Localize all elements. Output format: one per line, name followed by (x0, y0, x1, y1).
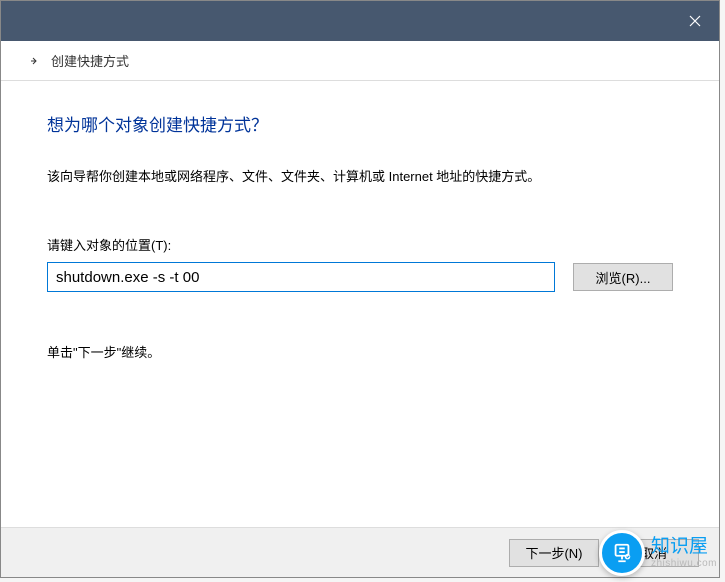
watermark-text: 知识屋 zhishiwu.com (651, 537, 717, 569)
path-field-label: 请键入对象的位置(T): (47, 235, 673, 254)
page-heading: 想为哪个对象创建快捷方式？ (47, 111, 673, 136)
watermark: 知识屋 zhishiwu.com (599, 530, 717, 576)
input-row: 浏览(R)... (47, 262, 673, 292)
subtitle-text: 创建快捷方式 (51, 51, 129, 70)
hint-text: 单击"下一步"继续。 (47, 342, 673, 361)
path-input[interactable] (47, 262, 555, 292)
titlebar (1, 1, 719, 41)
subtitle-bar: 创建快捷方式 (1, 41, 719, 81)
watermark-badge-icon (599, 530, 645, 576)
wizard-window: 创建快捷方式 想为哪个对象创建快捷方式？ 该向导帮你创建本地或网络程序、文件、文… (0, 0, 720, 578)
close-button[interactable] (671, 1, 719, 41)
description-text: 该向导帮你创建本地或网络程序、文件、文件夹、计算机或 Internet 地址的快… (47, 166, 673, 185)
browse-button[interactable]: 浏览(R)... (573, 263, 673, 291)
content-area: 想为哪个对象创建快捷方式？ 该向导帮你创建本地或网络程序、文件、文件夹、计算机或… (1, 81, 719, 527)
close-icon (689, 15, 701, 27)
back-arrow-icon (29, 56, 39, 66)
watermark-brand: 知识屋 (651, 537, 717, 558)
next-button[interactable]: 下一步(N) (509, 539, 599, 567)
watermark-url: zhishiwu.com (651, 558, 717, 569)
